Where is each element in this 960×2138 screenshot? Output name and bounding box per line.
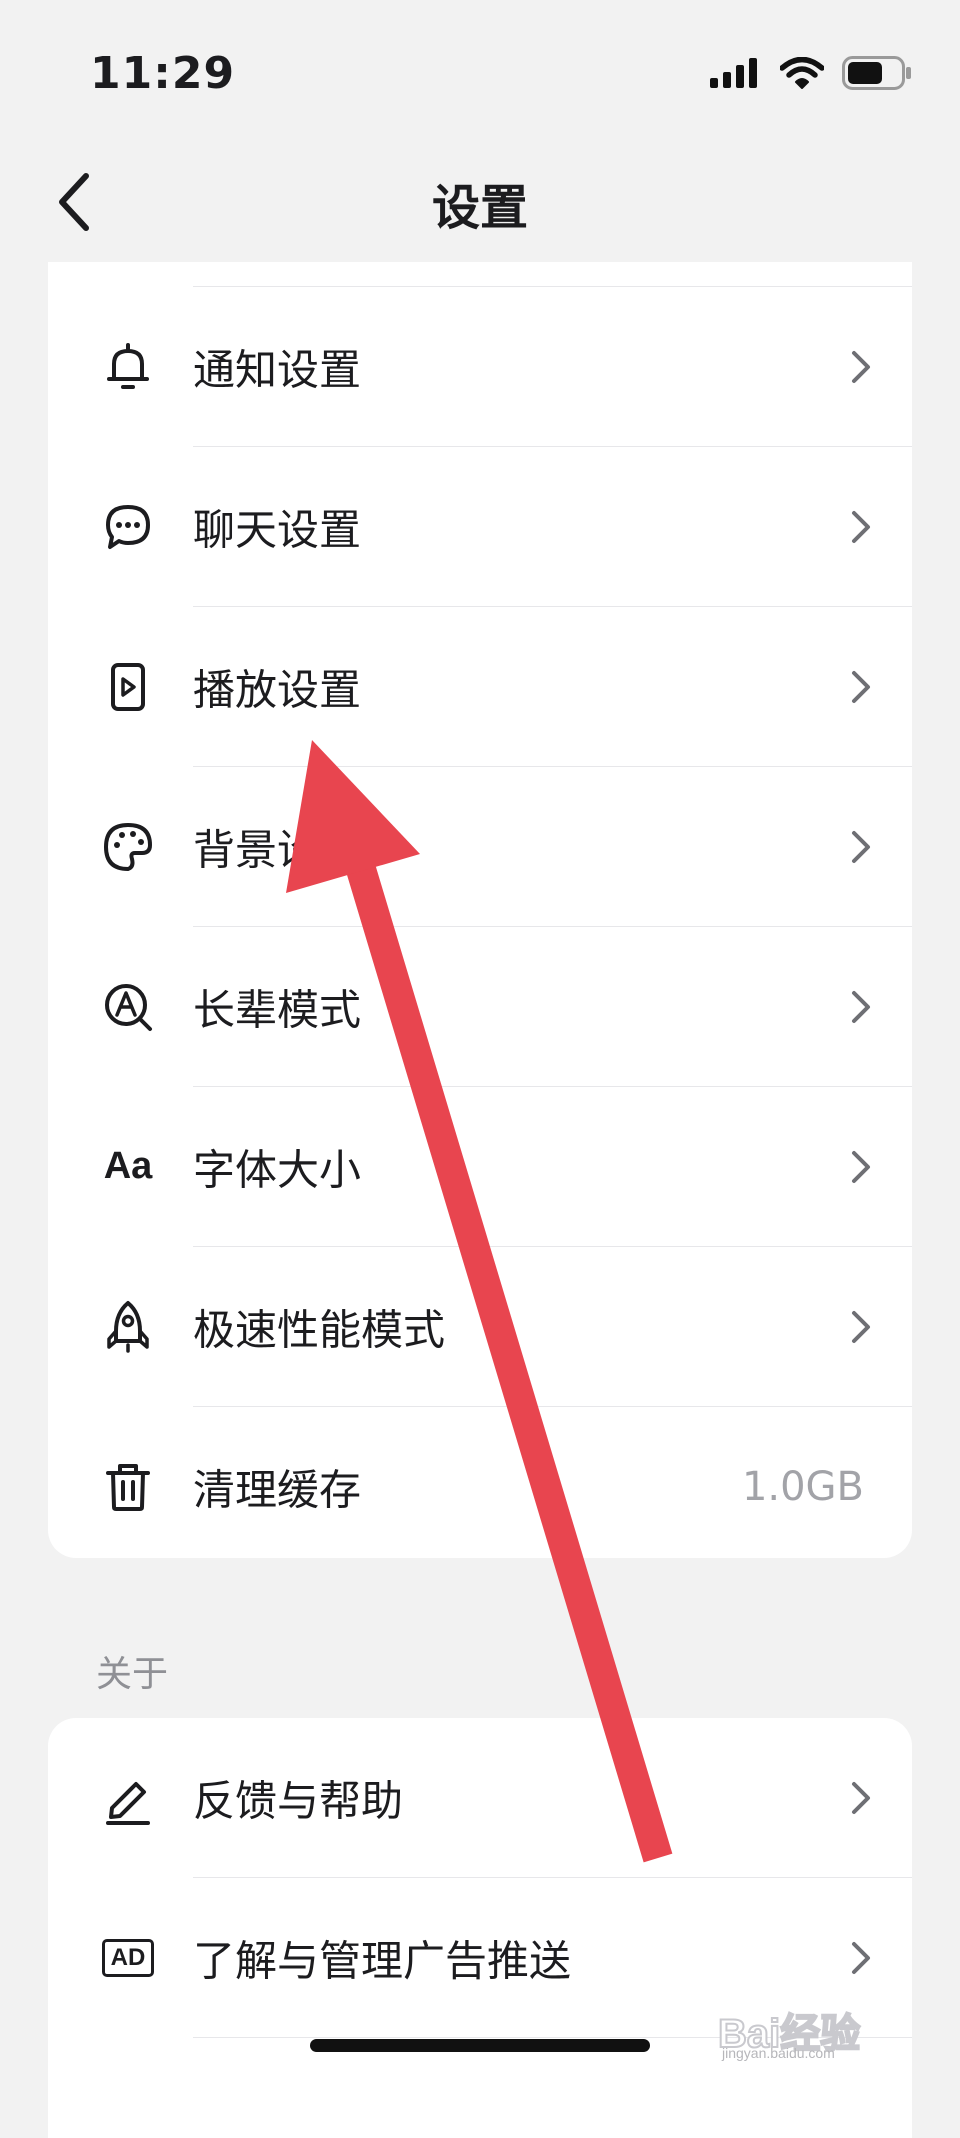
settings-row-performance-mode[interactable]: 极速性能模式	[48, 1247, 912, 1406]
section-title-about: 关于	[96, 1654, 169, 1695]
font-size-icon: Aa	[98, 1137, 158, 1197]
settings-row-label: 长辈模式	[193, 985, 362, 1034]
settings-row-clear-cache[interactable]: 清理缓存 1.0GB	[48, 1407, 912, 1566]
play-icon	[98, 657, 158, 717]
settings-row-label: 清理缓存	[193, 1465, 362, 1514]
settings-row-background[interactable]: 背景设置	[48, 767, 912, 926]
settings-row-label: 播放设置	[193, 665, 362, 714]
settings-row-label: 字体大小	[193, 1145, 362, 1194]
watermark: Bai经验 jingyan.baidu.com	[717, 2001, 908, 2061]
battery-icon	[842, 56, 911, 90]
chevron-right-icon	[852, 830, 870, 863]
chevron-right-icon	[852, 510, 870, 543]
elder-mode-icon	[98, 977, 158, 1037]
chevron-right-icon	[852, 1781, 870, 1814]
palette-icon	[98, 817, 158, 877]
chevron-right-icon	[852, 1310, 870, 1343]
trash-icon	[98, 1457, 158, 1517]
wifi-icon	[780, 57, 824, 89]
status-time: 11:29	[90, 48, 236, 99]
settings-row-notification[interactable]: 通知设置	[48, 287, 912, 446]
ad-icon: AD	[98, 1928, 158, 1988]
chevron-right-icon	[852, 1941, 870, 1974]
cellular-signal-icon	[710, 58, 757, 88]
settings-row-font-size[interactable]: Aa 字体大小	[48, 1087, 912, 1246]
chevron-right-icon	[852, 990, 870, 1023]
page-title: 设置	[431, 180, 528, 236]
rocket-icon	[98, 1297, 158, 1357]
settings-row-label: 极速性能模式	[193, 1305, 446, 1354]
bell-icon	[98, 337, 158, 397]
about-row-label: 了解与管理广告推送	[193, 1936, 572, 1985]
font-size-icon-text: Aa	[103, 1145, 153, 1187]
status-icons	[710, 56, 912, 90]
chat-bubble-icon	[98, 497, 158, 557]
home-indicator[interactable]	[310, 2039, 650, 2052]
ad-icon-text: AD	[101, 1938, 155, 1977]
nav-bar: 设置	[0, 150, 960, 260]
settings-row-elder-mode[interactable]: 长辈模式	[48, 927, 912, 1086]
settings-row-label: 背景设置	[193, 825, 362, 874]
settings-card: 通知设置 聊天设置 播放设置 背景设置 长辈模式 Aa 字体大小 极速性能模式 …	[48, 262, 912, 1558]
about-row-feedback[interactable]: 反馈与帮助	[48, 1718, 912, 1877]
cache-size-value: 1.0GB	[741, 1463, 864, 1510]
status-bar: 11:29	[0, 0, 960, 150]
settings-row-label: 聊天设置	[193, 505, 362, 554]
about-row-label: 反馈与帮助	[193, 1776, 404, 1825]
settings-row-chat[interactable]: 聊天设置	[48, 447, 912, 606]
settings-row-label: 通知设置	[193, 345, 362, 394]
chevron-right-icon	[852, 350, 870, 383]
settings-row-playback[interactable]: 播放设置	[48, 607, 912, 766]
watermark-domain: jingyan.baidu.com	[722, 2045, 835, 2061]
chevron-right-icon	[852, 670, 870, 703]
pencil-icon	[98, 1768, 158, 1828]
chevron-right-icon	[852, 1150, 870, 1183]
about-card: 反馈与帮助 AD 了解与管理广告推送	[48, 1718, 912, 2138]
